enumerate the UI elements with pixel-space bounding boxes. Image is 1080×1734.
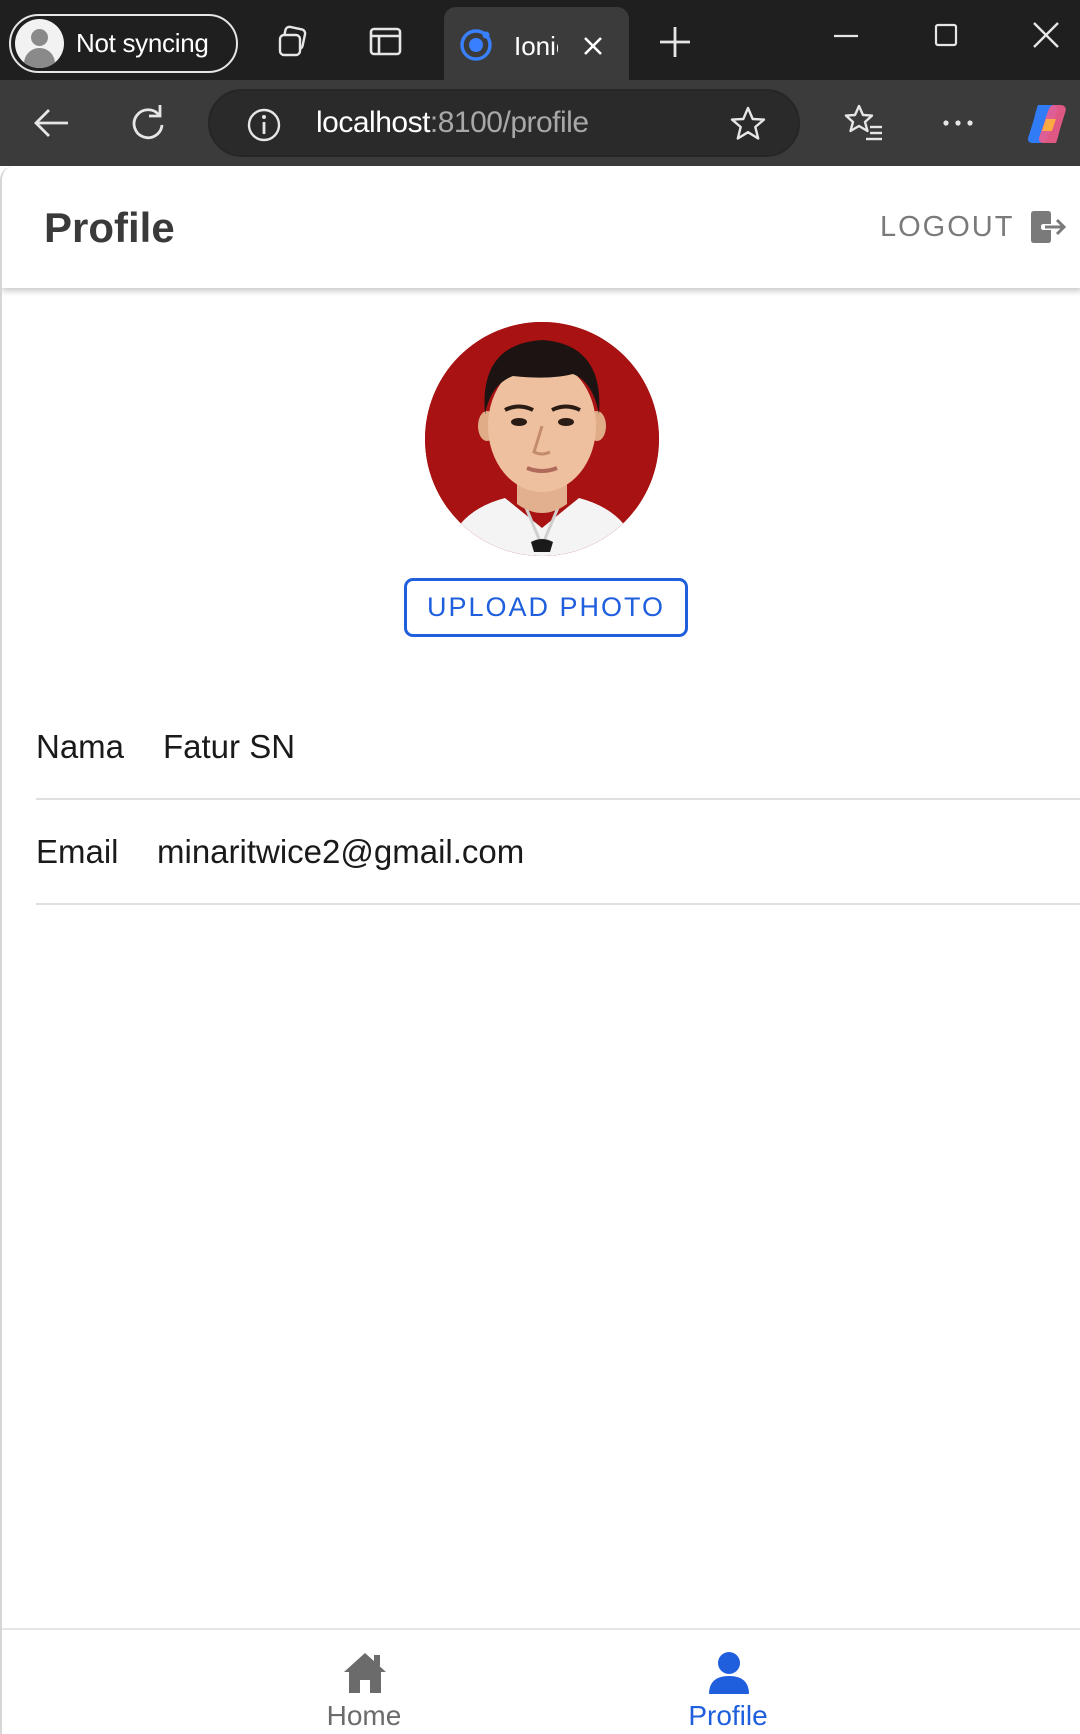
profile-photo-image: [425, 322, 659, 556]
new-tab-icon[interactable]: [657, 24, 693, 60]
tab-profile[interactable]: Profile: [628, 1630, 828, 1734]
email-value: minaritwice2@gmail.com: [157, 833, 525, 870]
favorite-star-icon[interactable]: [728, 104, 768, 144]
back-icon[interactable]: [30, 101, 74, 145]
page-title: Profile: [44, 204, 175, 251]
profile-sync-status: Not syncing: [76, 28, 209, 58]
profile-row-name: Nama Fatur SN: [36, 696, 1080, 800]
tab-actions-icon[interactable]: [368, 24, 404, 60]
bottom-tab-bar: Home Profile: [2, 1628, 1080, 1734]
tab-home[interactable]: Home: [264, 1630, 464, 1734]
workspaces-icon[interactable]: [275, 24, 311, 60]
browser-tab-active[interactable]: Ionic: [444, 7, 629, 80]
tab-home-label: Home: [326, 1700, 402, 1731]
name-value: Fatur SN: [163, 728, 296, 765]
browser-toolbar: localhost:8100/profile: [0, 80, 1080, 166]
app-header: Profile LOGOUT: [2, 166, 1080, 288]
favorites-icon[interactable]: [842, 101, 886, 145]
tab-profile-label: Profile: [688, 1700, 768, 1731]
minimize-icon[interactable]: [824, 18, 868, 62]
app-viewport: Profile LOGOUT UPLOAD PHOTO Nama Fatur S…: [0, 166, 1080, 1734]
tab-title: Ionic: [514, 31, 558, 61]
profile-row-email: Email minaritwice2@gmail.com: [36, 801, 1080, 905]
name-label: Nama: [36, 728, 125, 765]
url-host: localhost: [316, 106, 430, 139]
address-bar[interactable]: localhost:8100/profile: [208, 89, 800, 157]
email-label: Email: [36, 833, 119, 870]
browser-tab-strip: Not syncing Ionic: [0, 0, 1080, 80]
ionic-logo-icon: [460, 29, 492, 61]
logout-button[interactable]: LOGOUT: [880, 210, 1068, 244]
browser-profile-button[interactable]: Not syncing: [9, 14, 238, 73]
site-info-icon[interactable]: [246, 107, 282, 143]
close-tab-icon[interactable]: [580, 33, 606, 59]
close-window-icon[interactable]: [1024, 18, 1068, 62]
more-options-icon[interactable]: [936, 101, 980, 145]
url-path: :8100/profile: [429, 106, 589, 139]
profile-photo: [425, 322, 659, 556]
refresh-icon[interactable]: [126, 101, 170, 145]
maximize-icon[interactable]: [924, 18, 968, 62]
url-text[interactable]: localhost:8100/profile: [316, 106, 589, 140]
profile-avatar-icon: [15, 19, 64, 68]
copilot-icon[interactable]: [1024, 99, 1072, 147]
logout-label: LOGOUT: [880, 210, 1015, 243]
home-icon: [344, 1653, 386, 1693]
upload-photo-button[interactable]: UPLOAD PHOTO: [404, 578, 688, 637]
person-icon: [709, 1652, 749, 1694]
logout-icon: [1031, 211, 1067, 243]
